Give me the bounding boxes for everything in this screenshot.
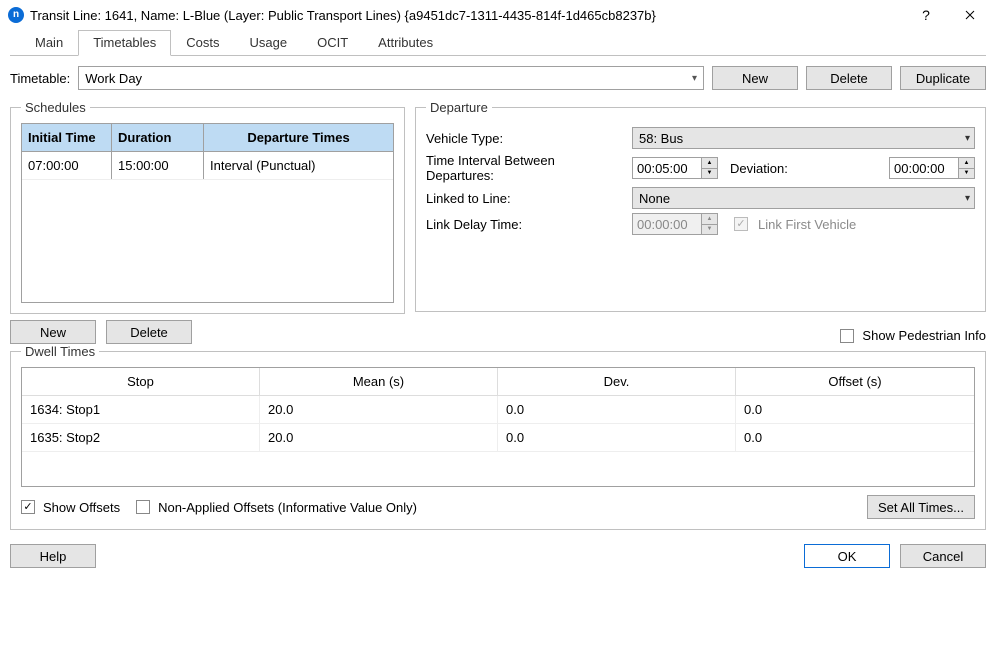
col-offset: Offset (s) — [736, 368, 974, 396]
interval-label: Time Interval Between Departures: — [426, 153, 626, 183]
cell-dev: 0.0 — [498, 396, 736, 424]
close-icon[interactable] — [948, 0, 992, 30]
departure-group: Departure Vehicle Type: 58: Bus ▾ Time I… — [415, 100, 986, 312]
cell-duration: 15:00:00 — [112, 152, 204, 179]
tab-attributes[interactable]: Attributes — [363, 30, 448, 56]
show-offsets-checkbox[interactable] — [21, 500, 35, 514]
table-row[interactable]: 1635: Stop2 20.0 0.0 0.0 — [22, 424, 974, 452]
cell-offset: 0.0 — [736, 424, 974, 452]
tab-timetables[interactable]: Timetables — [78, 30, 171, 56]
col-mean: Mean (s) — [260, 368, 498, 396]
linked-line-value: None — [639, 191, 670, 206]
cell-stop: 1635: Stop2 — [22, 424, 260, 452]
body-grid: Schedules Initial Time Duration Departur… — [10, 100, 986, 344]
dwell-times-table[interactable]: Stop Mean (s) Dev. Offset (s) 1634: Stop… — [21, 367, 975, 487]
cell-initial: 07:00:00 — [22, 152, 112, 179]
col-duration: Duration — [112, 124, 204, 151]
delete-schedule-button[interactable]: Delete — [106, 320, 192, 344]
link-delay-value: 00:00:00 — [637, 217, 688, 232]
col-departure-times: Departure Times — [204, 124, 393, 151]
link-first-vehicle-checkbox — [734, 217, 748, 231]
interval-input[interactable]: 00:05:00 ▲▼ — [632, 157, 718, 179]
table-row[interactable]: 07:00:00 15:00:00 Interval (Punctual) — [22, 152, 393, 180]
linked-line-select[interactable]: None ▾ — [632, 187, 975, 209]
tab-ocit[interactable]: OCIT — [302, 30, 363, 56]
departure-legend: Departure — [426, 100, 492, 115]
vehicle-type-label: Vehicle Type: — [426, 131, 626, 146]
window-title: Transit Line: 1641, Name: L-Blue (Layer:… — [30, 8, 904, 23]
dialog-window: n Transit Line: 1641, Name: L-Blue (Laye… — [0, 0, 996, 657]
app-icon: n — [8, 7, 24, 23]
chevron-down-icon: ▾ — [965, 133, 970, 144]
tab-costs[interactable]: Costs — [171, 30, 234, 56]
schedules-actions: New Delete — [10, 320, 405, 344]
deviation-label: Deviation: — [730, 161, 788, 176]
duplicate-timetable-button[interactable]: Duplicate — [900, 66, 986, 90]
chevron-down-icon: ▾ — [692, 73, 697, 84]
non-applied-offsets-checkbox[interactable] — [136, 500, 150, 514]
link-delay-label: Link Delay Time: — [426, 217, 626, 232]
timetable-row: Timetable: Work Day ▾ New Delete Duplica… — [10, 66, 986, 90]
delete-timetable-button[interactable]: Delete — [806, 66, 892, 90]
pedestrian-row: Show Pedestrian Info — [415, 324, 986, 345]
chevron-down-icon: ▾ — [965, 193, 970, 204]
new-timetable-button[interactable]: New — [712, 66, 798, 90]
tab-main[interactable]: Main — [20, 30, 78, 56]
bottom-bar: Help OK Cancel — [10, 544, 986, 568]
table-row[interactable]: 1634: Stop1 20.0 0.0 0.0 — [22, 396, 974, 424]
timetable-label: Timetable: — [10, 71, 70, 86]
set-all-times-button[interactable]: Set All Times... — [867, 495, 975, 519]
deviation-input[interactable]: 00:00:00 ▲▼ — [889, 157, 975, 179]
cancel-button[interactable]: Cancel — [900, 544, 986, 568]
new-schedule-button[interactable]: New — [10, 320, 96, 344]
show-offsets-label: Show Offsets — [43, 500, 120, 515]
schedules-table[interactable]: Initial Time Duration Departure Times 07… — [21, 123, 394, 303]
timetable-select[interactable]: Work Day ▾ — [78, 66, 704, 90]
vehicle-type-value: 58: Bus — [639, 131, 683, 146]
deviation-value: 00:00:00 — [894, 161, 945, 176]
dialog-content: Main Timetables Costs Usage OCIT Attribu… — [0, 30, 996, 657]
ok-button[interactable]: OK — [804, 544, 890, 568]
cell-stop: 1634: Stop1 — [22, 396, 260, 424]
interval-value: 00:05:00 — [637, 161, 688, 176]
dwell-times-group: Dwell Times Stop Mean (s) Dev. Offset (s… — [10, 344, 986, 530]
spinner-icon[interactable]: ▲▼ — [958, 158, 974, 178]
dwell-header: Stop Mean (s) Dev. Offset (s) — [22, 368, 974, 396]
schedules-group: Schedules Initial Time Duration Departur… — [10, 100, 405, 314]
col-dev: Dev. — [498, 368, 736, 396]
cell-mean: 20.0 — [260, 396, 498, 424]
dwell-times-legend: Dwell Times — [21, 344, 99, 359]
show-pedestrian-checkbox[interactable] — [840, 329, 854, 343]
schedules-header: Initial Time Duration Departure Times — [22, 124, 393, 152]
schedules-col: Schedules Initial Time Duration Departur… — [10, 100, 405, 344]
cell-dev: 0.0 — [498, 424, 736, 452]
cell-mean: 20.0 — [260, 424, 498, 452]
tab-usage[interactable]: Usage — [235, 30, 303, 56]
vehicle-type-select[interactable]: 58: Bus ▾ — [632, 127, 975, 149]
link-first-vehicle-label: Link First Vehicle — [758, 217, 856, 232]
tab-bar: Main Timetables Costs Usage OCIT Attribu… — [10, 30, 986, 56]
timetable-value: Work Day — [85, 71, 142, 86]
spinner-icon[interactable]: ▲▼ — [701, 158, 717, 178]
dwell-footer: Show Offsets Non-Applied Offsets (Inform… — [21, 495, 975, 519]
col-stop: Stop — [22, 368, 260, 396]
col-initial-time: Initial Time — [22, 124, 112, 151]
help-button[interactable]: Help — [10, 544, 96, 568]
non-applied-offsets-label: Non-Applied Offsets (Informative Value O… — [158, 500, 417, 515]
spinner-icon: ▲▼ — [701, 214, 717, 234]
schedules-legend: Schedules — [21, 100, 90, 115]
cell-offset: 0.0 — [736, 396, 974, 424]
show-pedestrian-label: Show Pedestrian Info — [862, 328, 986, 343]
help-icon[interactable]: ? — [904, 0, 948, 30]
linked-line-label: Linked to Line: — [426, 191, 626, 206]
titlebar: n Transit Line: 1641, Name: L-Blue (Laye… — [0, 0, 996, 30]
link-delay-input: 00:00:00 ▲▼ — [632, 213, 718, 235]
cell-departure: Interval (Punctual) — [204, 152, 393, 179]
